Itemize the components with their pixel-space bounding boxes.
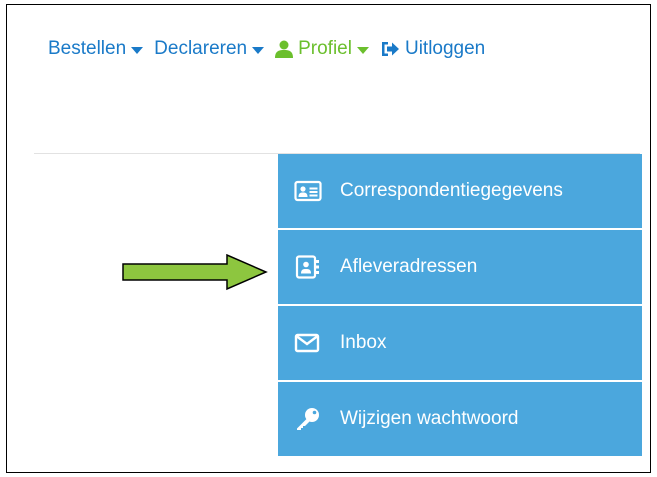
menu-item-correspondentiegegevens[interactable]: Correspondentiegegevens <box>278 154 642 228</box>
menu-item-label: Afleveradressen <box>340 256 478 277</box>
nav-profiel[interactable]: Profiel <box>275 38 369 60</box>
menu-item-afleveradressen[interactable]: Afleveradressen <box>278 230 642 304</box>
nav-declareren-label: Declareren <box>154 38 248 59</box>
nav-uitloggen[interactable]: Uitloggen <box>380 38 485 60</box>
menu-item-label: Inbox <box>340 332 387 353</box>
nav-profiel-label: Profiel <box>298 38 352 59</box>
menu-item-label: Wijzigen wachtwoord <box>340 408 519 429</box>
caret-down-icon <box>356 46 369 54</box>
nav-bestellen-label: Bestellen <box>48 38 127 59</box>
nav-uitloggen-label: Uitloggen <box>404 38 486 59</box>
nav-declareren[interactable]: Declareren <box>154 38 265 60</box>
menu-item-wijzigen-wachtwoord[interactable]: Wijzigen wachtwoord <box>278 382 642 456</box>
address-book-icon <box>295 255 319 279</box>
top-navigation: Bestellen Declareren Profiel Uitloggen <box>48 36 485 62</box>
caret-down-icon <box>131 46 144 54</box>
caret-down-icon <box>252 46 265 54</box>
envelope-icon <box>294 333 320 353</box>
menu-item-label: Correspondentiegegevens <box>340 180 563 201</box>
user-icon <box>275 40 294 58</box>
menu-item-inbox[interactable]: Inbox <box>278 306 642 380</box>
green-arrow-icon <box>122 254 268 291</box>
nav-bestellen[interactable]: Bestellen <box>48 38 144 60</box>
profiel-dropdown-menu: Correspondentiegegevens Afleveradressen … <box>278 154 642 456</box>
key-icon <box>297 408 319 430</box>
id-card-icon <box>294 180 322 202</box>
sign-out-icon <box>381 42 399 56</box>
